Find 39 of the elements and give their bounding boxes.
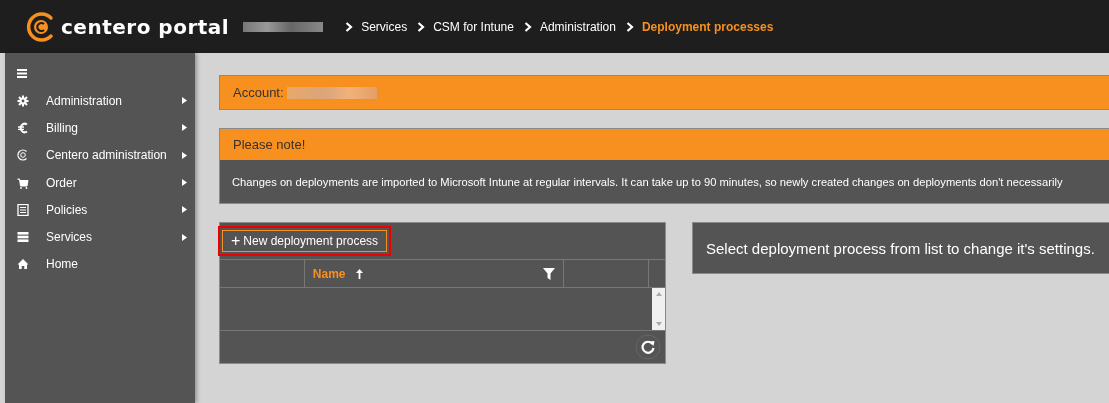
logo-text: centero portal	[61, 14, 230, 39]
chevron-icon	[523, 21, 532, 32]
submenu-arrow-icon	[182, 151, 187, 159]
sidebar-item[interactable]: Services	[5, 223, 195, 251]
current-page-title: Deployment processes	[641, 19, 774, 34]
sidebar-item[interactable]: Billing	[5, 114, 195, 142]
submenu-arrow-icon	[182, 179, 187, 187]
cart-icon	[17, 176, 29, 189]
chevron-icon	[625, 21, 634, 32]
submenu-arrow-icon	[182, 124, 187, 132]
filter-icon[interactable]	[543, 267, 556, 280]
home-icon	[17, 258, 29, 271]
menu-icon[interactable]	[17, 69, 27, 78]
submenu-arrow-icon	[182, 206, 187, 214]
c-logo-icon	[17, 149, 29, 162]
sidebar-item[interactable]: Home	[5, 250, 195, 279]
list-icon	[17, 203, 29, 216]
account-label: Account:	[233, 85, 284, 100]
chevron-icon	[345, 21, 354, 32]
note-title: Please note!	[233, 137, 306, 152]
sort-arrow-icon	[355, 268, 363, 279]
breadcrumb-link[interactable]: Services	[361, 19, 408, 34]
note-text: Changes on deployments are imported to Microsoft Intune at regular intervals. It can take up to 90 minutes, so newly created changes on deployments don't necessarily	[232, 175, 1063, 188]
breadcrumb-link[interactable]: Administration	[539, 19, 616, 34]
sidebar-item[interactable]: Order	[5, 168, 195, 197]
server-icon	[17, 231, 29, 244]
chevron-icon	[417, 21, 426, 32]
column-title: Name	[312, 266, 346, 281]
gear-icon	[17, 94, 29, 107]
euro-icon	[17, 121, 29, 134]
new-deployment-button[interactable]: + New deployment process	[222, 230, 388, 252]
submenu-arrow-icon	[182, 233, 187, 241]
details-message: Select deployment process from list to change it's settings.	[706, 239, 1095, 257]
sidebar-item[interactable]: Administration	[5, 87, 195, 115]
sidebar-item[interactable]: Centero administration	[5, 141, 195, 169]
breadcrumb-link[interactable]: CSM for Intune	[433, 19, 514, 34]
sidebar-item[interactable]: Policies	[5, 196, 195, 224]
submenu-arrow-icon	[182, 97, 187, 105]
refresh-icon[interactable]	[635, 334, 661, 360]
